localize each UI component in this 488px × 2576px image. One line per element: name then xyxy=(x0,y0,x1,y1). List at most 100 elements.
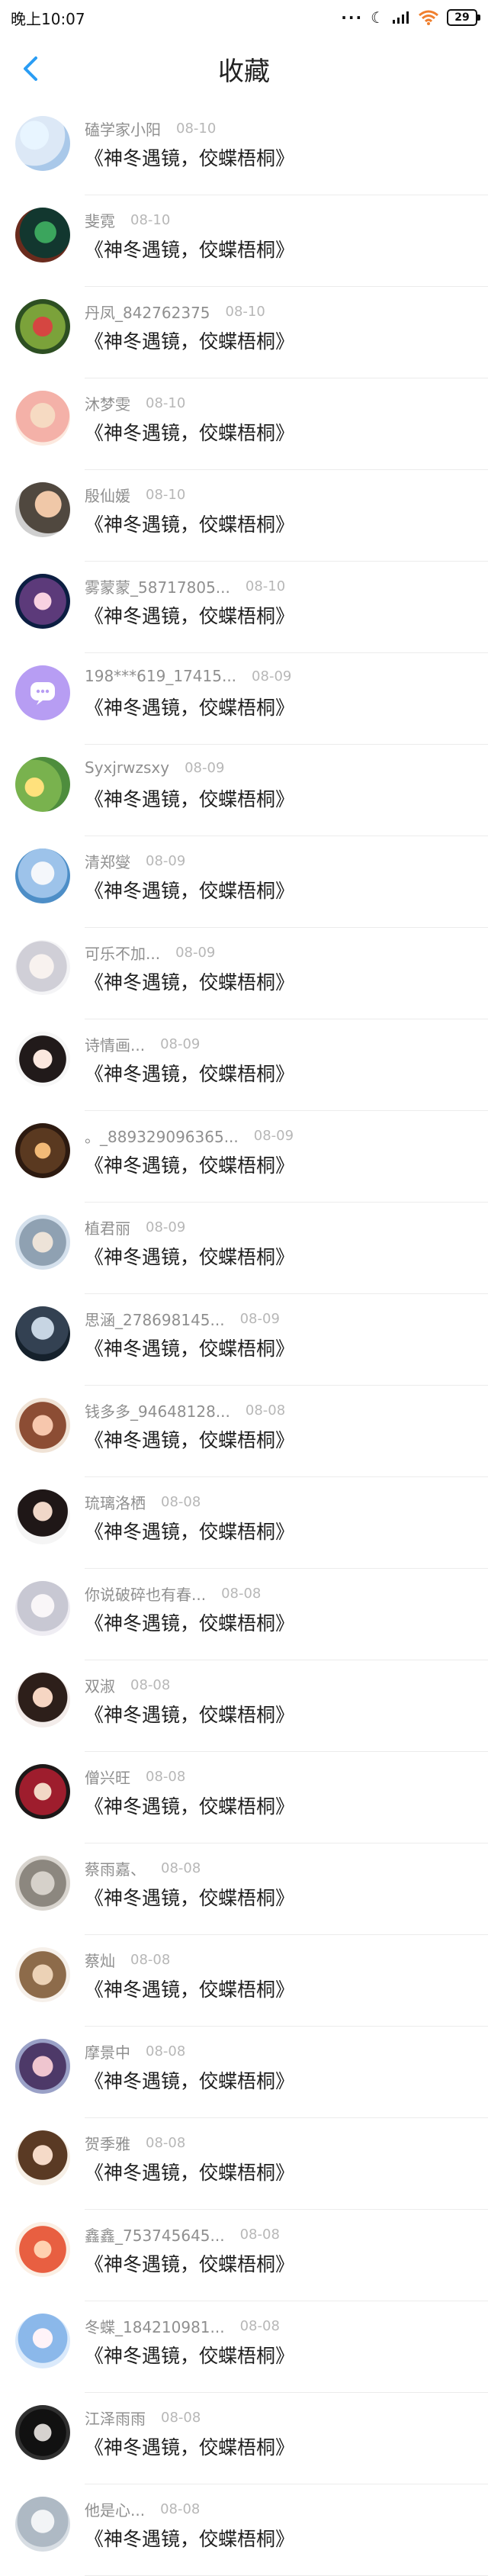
list-item[interactable]: 琉璃洛栖 08-08 《神冬遇镜，佼蝶梧桐》 xyxy=(0,1477,488,1569)
list-item[interactable]: 诗情画... 08-09 《神冬遇镜，佼蝶梧桐》 xyxy=(0,1019,488,1111)
book-title[interactable]: 《神冬遇镜，佼蝶梧桐》 xyxy=(85,510,294,537)
user-meta: 丹凤_842762375 08-10 xyxy=(85,301,265,323)
book-title[interactable]: 《神冬遇镜，佼蝶梧桐》 xyxy=(85,1059,294,1087)
list-item[interactable]: 磕学家小阳 08-10 《神冬遇镜，佼蝶梧桐》 xyxy=(0,104,488,195)
book-title[interactable]: 《神冬遇镜，佼蝶梧桐》 xyxy=(85,2249,294,2277)
avatar[interactable] xyxy=(15,482,70,537)
favorite-date: 08-10 xyxy=(130,212,171,228)
book-title[interactable]: 《神冬遇镜，佼蝶梧桐》 xyxy=(85,2433,294,2460)
list-item[interactable]: 钱多多_94648128... 08-08 《神冬遇镜，佼蝶梧桐》 xyxy=(0,1386,488,1477)
list-item[interactable]: 斐霓 08-10 《神冬遇镜，佼蝶梧桐》 xyxy=(0,195,488,287)
avatar[interactable] xyxy=(15,665,70,720)
book-title[interactable]: 《神冬遇镜，佼蝶梧桐》 xyxy=(85,235,294,262)
avatar[interactable] xyxy=(15,1856,70,1911)
book-title[interactable]: 《神冬遇镜，佼蝶梧桐》 xyxy=(85,1975,294,2002)
list-item[interactable]: 丹凤_842762375 08-10 《神冬遇镜，佼蝶梧桐》 xyxy=(0,287,488,378)
avatar[interactable] xyxy=(15,574,70,629)
list-item[interactable]: 你说破碎也有春... 08-08 《神冬遇镜，佼蝶梧桐》 xyxy=(0,1569,488,1660)
user-name: 摩景中 xyxy=(85,2043,130,2062)
avatar[interactable] xyxy=(15,391,70,446)
favorite-date: 08-08 xyxy=(161,2410,201,2426)
book-title[interactable]: 《神冬遇镜，佼蝶梧桐》 xyxy=(85,2066,294,2094)
avatar[interactable] xyxy=(15,208,70,262)
list-item[interactable]: 。_889329096365... 08-09 《神冬遇镜，佼蝶梧桐》 xyxy=(0,1111,488,1203)
avatar[interactable] xyxy=(15,940,70,995)
avatar[interactable] xyxy=(15,1489,70,1544)
avatar[interactable] xyxy=(15,2405,70,2460)
book-title[interactable]: 《神冬遇镜，佼蝶梧桐》 xyxy=(85,1517,294,1544)
user-meta: 摩景中 08-08 xyxy=(85,2040,185,2062)
book-title[interactable]: 《神冬遇镜，佼蝶梧桐》 xyxy=(85,2524,294,2552)
user-meta: 清郑燮 08-09 xyxy=(85,850,185,872)
list-item[interactable]: Syxjrwzsxy 08-09 《神冬遇镜，佼蝶梧桐》 xyxy=(0,745,488,836)
book-title[interactable]: 《神冬遇镜，佼蝶梧桐》 xyxy=(85,784,294,812)
favorite-date: 08-10 xyxy=(176,121,217,137)
list-item[interactable]: 蔡灿 08-08 《神冬遇镜，佼蝶梧桐》 xyxy=(0,1935,488,2027)
avatar[interactable] xyxy=(15,2222,70,2277)
avatar[interactable] xyxy=(15,1032,70,1087)
book-title[interactable]: 《神冬遇镜，佼蝶梧桐》 xyxy=(85,1425,294,1453)
book-title[interactable]: 《神冬遇镜，佼蝶梧桐》 xyxy=(85,327,294,354)
book-title[interactable]: 《神冬遇镜，佼蝶梧桐》 xyxy=(85,2158,294,2185)
avatar[interactable] xyxy=(15,299,70,354)
list-item[interactable]: 冬蝶_184210981... 08-08 《神冬遇镜，佼蝶梧桐》 xyxy=(0,2301,488,2393)
book-title[interactable]: 《神冬遇镜，佼蝶梧桐》 xyxy=(85,1334,294,1361)
avatar[interactable] xyxy=(15,848,70,903)
book-title[interactable]: 《神冬遇镜，佼蝶梧桐》 xyxy=(85,143,294,171)
user-name: 植君丽 xyxy=(85,1219,130,1238)
list-item[interactable]: 植君丽 08-09 《神冬遇镜，佼蝶梧桐》 xyxy=(0,1203,488,1294)
list-item[interactable]: 他是心... 08-08 《神冬遇镜，佼蝶梧桐》 xyxy=(0,2484,488,2576)
avatar[interactable] xyxy=(15,1673,70,1728)
book-title[interactable]: 《神冬遇镜，佼蝶梧桐》 xyxy=(85,1700,294,1728)
book-title[interactable]: 《神冬遇镜，佼蝶梧桐》 xyxy=(85,1883,294,1911)
user-name: 丹凤_842762375 xyxy=(85,304,210,322)
user-name: 蔡灿 xyxy=(85,1952,115,1970)
avatar[interactable] xyxy=(15,1581,70,1636)
avatar[interactable] xyxy=(15,116,70,171)
back-button[interactable] xyxy=(14,52,47,85)
avatar[interactable] xyxy=(15,1306,70,1361)
book-title[interactable]: 《神冬遇镜，佼蝶梧桐》 xyxy=(85,418,294,446)
avatar[interactable] xyxy=(15,2497,70,2552)
avatar[interactable] xyxy=(15,2314,70,2368)
avatar[interactable] xyxy=(15,757,70,812)
avatar[interactable] xyxy=(15,2039,70,2094)
list-item[interactable]: 双淑 08-08 《神冬遇镜，佼蝶梧桐》 xyxy=(0,1660,488,1752)
list-item[interactable]: 思涵_278698145... 08-09 《神冬遇镜，佼蝶梧桐》 xyxy=(0,1294,488,1386)
book-title[interactable]: 《神冬遇镜，佼蝶梧桐》 xyxy=(85,601,294,629)
list-item[interactable]: 贺季雅 08-08 《神冬遇镜，佼蝶梧桐》 xyxy=(0,2118,488,2210)
list-item[interactable]: 198***619_17415... 08-09 《神冬遇镜，佼蝶梧桐》 xyxy=(0,653,488,745)
book-title[interactable]: 《神冬遇镜，佼蝶梧桐》 xyxy=(85,968,294,995)
book-title[interactable]: 《神冬遇镜，佼蝶梧桐》 xyxy=(85,693,294,720)
book-title[interactable]: 《神冬遇镜，佼蝶梧桐》 xyxy=(85,1792,294,1819)
user-name: 钱多多_94648128... xyxy=(85,1402,230,1421)
avatar[interactable] xyxy=(15,2130,70,2185)
avatar[interactable] xyxy=(15,1947,70,2002)
avatar[interactable] xyxy=(15,1398,70,1453)
list-item[interactable]: 沐梦雯 08-10 《神冬遇镜，佼蝶梧桐》 xyxy=(0,378,488,470)
list-item[interactable]: 蔡雨嘉、 08-08 《神冬遇镜，佼蝶梧桐》 xyxy=(0,1843,488,1935)
list-item[interactable]: 雾蒙蒙_58717805... 08-10 《神冬遇镜，佼蝶梧桐》 xyxy=(0,562,488,653)
avatar[interactable] xyxy=(15,1764,70,1819)
book-title[interactable]: 《神冬遇镜，佼蝶梧桐》 xyxy=(85,1151,294,1178)
user-name: 双淑 xyxy=(85,1677,115,1695)
avatar[interactable] xyxy=(15,1215,70,1270)
list-item[interactable]: 可乐不加... 08-09 《神冬遇镜，佼蝶梧桐》 xyxy=(0,928,488,1019)
book-title[interactable]: 《神冬遇镜，佼蝶梧桐》 xyxy=(85,2341,294,2368)
list-item[interactable]: 江泽雨雨 08-08 《神冬遇镜，佼蝶梧桐》 xyxy=(0,2393,488,2484)
book-title[interactable]: 《神冬遇镜，佼蝶梧桐》 xyxy=(85,1242,294,1270)
list-item[interactable]: 僧兴旺 08-08 《神冬遇镜，佼蝶梧桐》 xyxy=(0,1752,488,1843)
favorite-date: 08-08 xyxy=(239,2227,280,2243)
avatar[interactable] xyxy=(15,1123,70,1178)
user-name: 可乐不加... xyxy=(85,945,161,963)
book-title[interactable]: 《神冬遇镜，佼蝶梧桐》 xyxy=(85,876,294,903)
list-item[interactable]: 清郑燮 08-09 《神冬遇镜，佼蝶梧桐》 xyxy=(0,836,488,928)
user-meta: 江泽雨雨 08-08 xyxy=(85,2407,201,2429)
list-item[interactable]: 殷仙媛 08-10 《神冬遇镜，佼蝶梧桐》 xyxy=(0,470,488,562)
user-name: 雾蒙蒙_58717805... xyxy=(85,578,230,597)
list-item[interactable]: 鑫鑫_753745645... 08-08 《神冬遇镜，佼蝶梧桐》 xyxy=(0,2210,488,2301)
list-item[interactable]: 摩景中 08-08 《神冬遇镜，佼蝶梧桐》 xyxy=(0,2027,488,2118)
status-time: 晚上10:07 xyxy=(11,9,85,28)
book-title[interactable]: 《神冬遇镜，佼蝶梧桐》 xyxy=(85,1608,294,1636)
user-meta: 他是心... 08-08 xyxy=(85,2498,200,2520)
